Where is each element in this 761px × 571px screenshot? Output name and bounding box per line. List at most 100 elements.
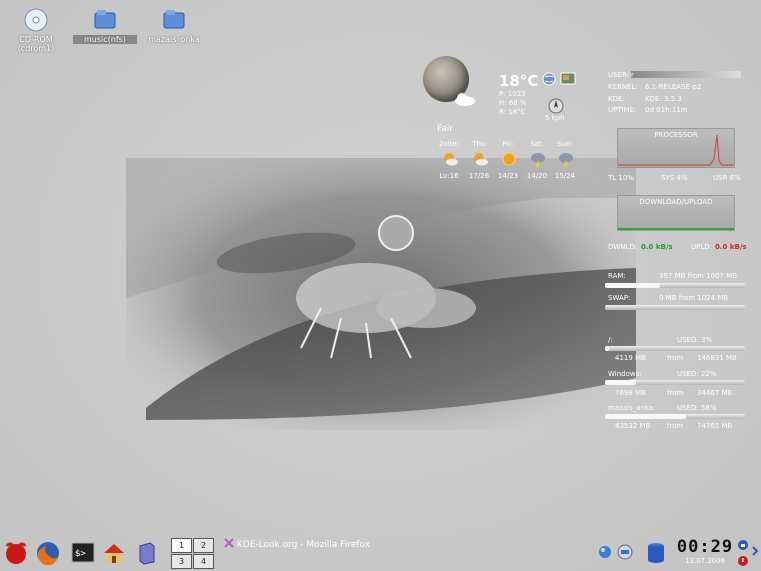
clock-time: 00:29 [676, 537, 734, 557]
weather-realfeel: R: 18°C [499, 108, 526, 116]
desktop-icon-label: CD-ROM (cdrom1) [17, 35, 55, 53]
desktop-icon-mazais-onka[interactable]: mazais_onka [142, 7, 206, 44]
network-graph: DOWNLOAD/UPLOAD [617, 195, 735, 231]
partly-cloudy-icon [444, 153, 458, 166]
swap-value: 0 MB from 1024 MB [659, 294, 729, 302]
forecast-temps: 15/24 [554, 172, 576, 180]
disk-used: USED: 3% [677, 336, 713, 344]
desktop-icon-cdrom[interactable]: CD-ROM (cdrom1) [4, 7, 68, 53]
forecast-temps: Lo:16 [439, 172, 459, 180]
weather-condition: Fair [437, 124, 454, 134]
disk-bar-fill [605, 414, 687, 419]
disk-free: 4119 MB [615, 354, 646, 362]
database-tray-icon[interactable] [646, 541, 666, 565]
kde-look-icon [224, 538, 234, 548]
kde-label: KDE: [608, 95, 625, 103]
taskbar-task-firefox[interactable]: KDE-Look.org - Mozilla Firefox [224, 537, 374, 553]
forecast-day: 2nite: [438, 140, 460, 148]
clock[interactable]: 00:29 13.07.2006 [676, 537, 734, 569]
uptime-label: UPTIME: [608, 106, 637, 114]
user-value: r [631, 71, 741, 78]
disk-total: 146831 MB [697, 354, 737, 362]
terminal-icon[interactable]: $> [70, 540, 96, 566]
weather-humidity: H: 68 % [499, 99, 527, 107]
map-icon[interactable] [560, 72, 576, 85]
swap-bar [605, 305, 745, 310]
ram-label: RAM: [608, 272, 626, 280]
logout-icon[interactable] [737, 555, 749, 567]
weather-wind-speed: 5 kph [545, 114, 565, 122]
processor-graph: PROCESSOR [617, 128, 735, 168]
wind-compass-icon [548, 98, 564, 114]
network-graph-title: DOWNLOAD/UPLOAD [639, 198, 713, 206]
wallpaper-photo [126, 158, 636, 430]
disk-bar [605, 346, 745, 351]
disk-from: from [667, 354, 684, 362]
disk-name: mazais_onka: [608, 404, 656, 412]
upload-label: UPLD: [691, 243, 712, 251]
clock-date: 13.07.2006 [684, 557, 726, 565]
network-tray-icon[interactable] [597, 544, 613, 560]
disk-bar [605, 380, 745, 385]
weather-pressure: P: 1023 [499, 90, 526, 98]
package-icon[interactable] [134, 540, 160, 566]
cpu-total: TL 10% [608, 174, 634, 182]
disk-total: 74765 MB [697, 422, 733, 430]
disk-used: USED: 58% [677, 404, 717, 412]
freebsd-menu-icon[interactable] [3, 540, 29, 566]
cpu-sys: SYS 4% [661, 174, 688, 182]
home-icon[interactable] [101, 540, 127, 566]
download-value: 0.0 kB/s [641, 243, 673, 251]
desktop-icon-label: music(nfs) [73, 35, 137, 44]
processor-graph-line [618, 134, 734, 166]
disk-name: Windows: [608, 370, 642, 378]
globe-icon[interactable] [542, 72, 556, 86]
disk-used: USED: 22% [677, 370, 717, 378]
thunderstorm-icon [559, 153, 573, 167]
disk-free: 43532 MB [615, 422, 651, 430]
swap-label: SWAP: [608, 294, 631, 302]
desktop-icon-label: mazais_onka [148, 35, 200, 44]
weather-temperature: 18°C [499, 72, 539, 90]
forecast-day: Sat: [530, 140, 544, 148]
forecast-day: Sun: [557, 140, 573, 148]
forecast-day: Thu: [472, 140, 488, 148]
weather-widget: 18°C P: 1023 H: 68 % R: 18°C 5 kph Fair … [420, 56, 590, 186]
kde-value: KDE: 3.5.3 [645, 95, 682, 103]
firefox-icon[interactable] [35, 540, 61, 566]
partly-cloudy-icon [474, 153, 488, 166]
ram-bar [605, 283, 745, 288]
kernel-value: 6.1-RELEASE-p2 [645, 83, 702, 91]
network-folder-icon [94, 10, 116, 29]
ram-value: 397 MB from 1007 MB [659, 272, 738, 280]
pager-desktop-4[interactable]: 4 [193, 554, 214, 569]
cloud-icon [455, 93, 475, 106]
sunny-icon [502, 152, 516, 166]
ram-bar-fill [605, 283, 660, 288]
kmix-tray-icon[interactable] [616, 543, 634, 561]
chevron-right-icon[interactable] [751, 546, 759, 556]
disk-total: 34467 MB [697, 389, 733, 397]
disk-name: /: [608, 336, 613, 344]
upload-value: 0.0 kB/s [715, 243, 747, 251]
pager-desktop-1[interactable]: 1 [171, 538, 192, 553]
cpu-usr: USR 6% [713, 174, 741, 182]
taskbar-task-title: KDE-Look.org - Mozilla Firefox [236, 540, 370, 550]
svg-text:$>: $> [75, 549, 86, 559]
disk-free: 7698 MB [615, 389, 646, 397]
disk-bar-fill [605, 346, 610, 351]
system-monitor: USER: r KERNEL: 6.1-RELEASE-p2 KDE: KDE:… [605, 70, 755, 430]
forecast-day: Fri: [502, 140, 514, 148]
lock-screen-icon[interactable] [737, 539, 749, 551]
desktop-pager: 1 2 3 4 [171, 538, 215, 570]
thunderstorm-icon [531, 153, 545, 167]
pager-desktop-2[interactable]: 2 [193, 538, 214, 553]
disk-from: from [667, 422, 684, 430]
disk-bar [605, 414, 745, 419]
pager-desktop-3[interactable]: 3 [171, 554, 192, 569]
download-label: DWNLD: [608, 243, 638, 251]
desktop-icon-music[interactable]: music(nfs) [73, 7, 137, 44]
disk-bar-fill [605, 380, 636, 385]
cdrom-icon [24, 8, 48, 32]
folder-icon [163, 10, 185, 29]
